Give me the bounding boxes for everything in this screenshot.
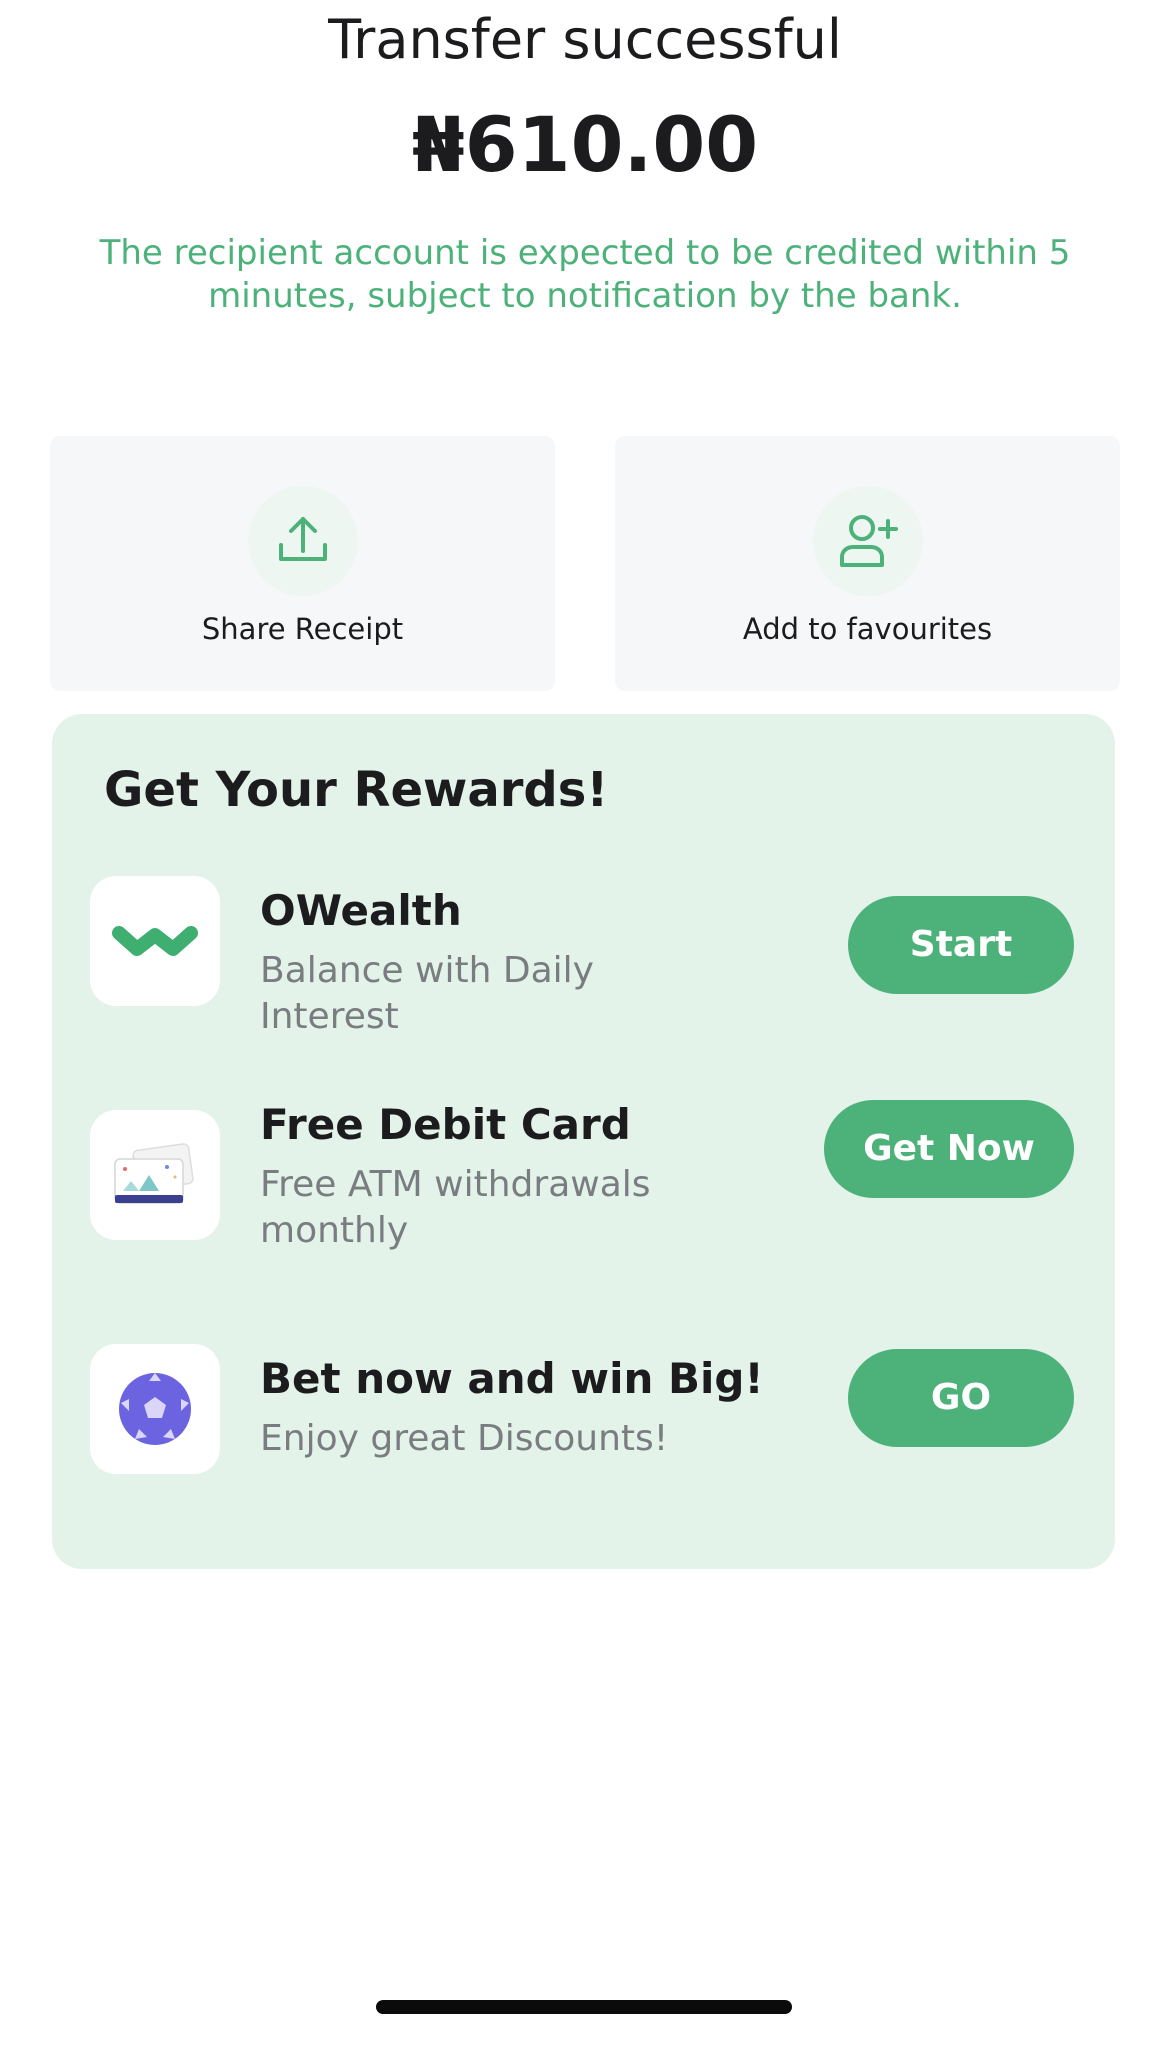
add-user-icon xyxy=(813,486,923,596)
transfer-success-screen: Transfer successful ₦610.00 The recipien… xyxy=(0,0,1170,2045)
reward-item-bet: Bet now and win Big! Enjoy great Discoun… xyxy=(52,1334,1115,1474)
get-now-button[interactable]: Get Now xyxy=(824,1100,1074,1198)
go-button[interactable]: GO xyxy=(848,1349,1074,1447)
share-upload-icon xyxy=(248,486,358,596)
reward-name: Bet now and win Big! xyxy=(260,1354,764,1403)
reward-description: Free ATM withdrawals monthly xyxy=(260,1164,651,1251)
soccer-ball-icon xyxy=(90,1344,220,1474)
add-to-favourites-label: Add to favourites xyxy=(742,612,993,646)
transfer-amount: ₦610.00 xyxy=(411,100,759,189)
page-title: Transfer successful xyxy=(328,8,842,71)
rewards-panel: Get Your Rewards! OWealth Balance with D… xyxy=(52,714,1115,1569)
reward-name: Free Debit Card xyxy=(260,1100,631,1149)
reward-description: Balance with Daily Interest xyxy=(260,950,594,1037)
credit-notice: The recipient account is expected to be … xyxy=(99,233,1071,316)
reward-item-owealth: OWealth Balance with Daily Interest Star… xyxy=(52,866,1115,1037)
reward-item-debit-card: Free Debit Card Free ATM withdrawals mon… xyxy=(52,1100,1115,1251)
add-to-favourites-button[interactable]: Add to favourites xyxy=(615,436,1120,691)
owealth-logo-icon xyxy=(90,876,220,1006)
reward-description: Enjoy great Discounts! xyxy=(260,1418,669,1459)
share-receipt-label: Share Receipt xyxy=(201,612,404,646)
start-button[interactable]: Start xyxy=(848,896,1074,994)
debit-card-icon xyxy=(90,1110,220,1240)
reward-name: OWealth xyxy=(260,886,462,935)
rewards-title: Get Your Rewards! xyxy=(104,762,609,818)
home-indicator[interactable] xyxy=(376,2000,792,2014)
share-receipt-button[interactable]: Share Receipt xyxy=(50,436,555,691)
